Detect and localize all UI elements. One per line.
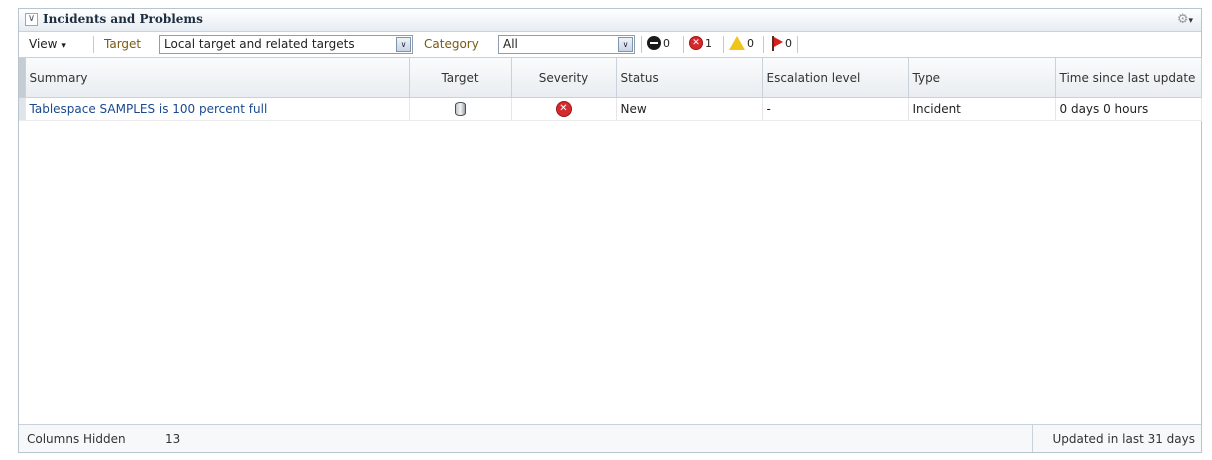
warning-count: 0 xyxy=(747,36,754,50)
critical-count-filter[interactable]: ✕ 1 xyxy=(689,36,712,50)
target-select[interactable]: Local target and related targets ∨ xyxy=(159,35,413,54)
escalated-count: 0 xyxy=(785,37,792,50)
cleared-icon xyxy=(647,36,661,50)
footer-divider xyxy=(1032,425,1033,452)
target-cell xyxy=(409,97,512,121)
incidents-problems-panel: ∨ Incidents and Problems ⚙▾ View ▾ Targe… xyxy=(18,8,1202,453)
table-header-row: Summary Target Severity Status Escalatio… xyxy=(19,58,1202,98)
time-cell: 0 days 0 hours xyxy=(1055,97,1202,121)
dropdown-arrow-icon: ∨ xyxy=(396,37,411,52)
toolbar-divider xyxy=(93,36,94,53)
toolbar-divider xyxy=(723,36,724,53)
columns-hidden-label: Columns Hidden xyxy=(27,432,126,446)
type-cell: Incident xyxy=(908,97,1056,121)
category-select[interactable]: All ∨ xyxy=(498,35,635,54)
column-header-escalation-level[interactable]: Escalation level xyxy=(762,58,909,98)
critical-icon: ✕ xyxy=(689,36,703,50)
toolbar-divider xyxy=(797,36,798,53)
toolbar-divider xyxy=(641,36,642,53)
collapse-icon[interactable]: ∨ xyxy=(25,13,38,26)
escalated-count-filter[interactable]: 0 xyxy=(771,36,792,51)
chevron-down-icon: ▾ xyxy=(1188,16,1193,26)
summary-cell: Tablespace SAMPLES is 100 percent full xyxy=(25,97,410,121)
toolbar-divider xyxy=(763,36,764,53)
panel-header: ∨ Incidents and Problems ⚙▾ xyxy=(19,9,1201,32)
target-select-value: Local target and related targets xyxy=(164,37,355,51)
critical-count: 1 xyxy=(705,36,712,50)
column-header-type[interactable]: Type xyxy=(908,58,1056,98)
critical-icon: ✕ xyxy=(555,101,572,117)
escalation-cell: - xyxy=(762,97,909,121)
dropdown-arrow-icon: ∨ xyxy=(618,37,633,52)
table-footer: Columns Hidden 13 Updated in last 31 day… xyxy=(19,424,1201,452)
status-cell: New xyxy=(616,97,763,121)
column-header-time-since-last-update[interactable]: Time since last update xyxy=(1055,58,1202,98)
toolbar-divider xyxy=(683,36,684,53)
table-row[interactable]: Tablespace SAMPLES is 100 percent full ✕… xyxy=(19,97,1202,121)
column-header-summary[interactable]: Summary xyxy=(25,58,410,98)
panel-title: Incidents and Problems xyxy=(43,12,203,26)
cleared-count: 0 xyxy=(663,36,670,50)
severity-cell: ✕ xyxy=(511,97,617,121)
category-select-value: All xyxy=(503,37,518,51)
cleared-count-filter[interactable]: 0 xyxy=(647,36,670,50)
target-filter-label: Target xyxy=(104,37,142,51)
columns-hidden-count: 13 xyxy=(165,432,181,446)
column-header-target[interactable]: Target xyxy=(409,58,512,98)
column-header-status[interactable]: Status xyxy=(616,58,763,98)
column-header-severity[interactable]: Severity xyxy=(511,58,617,98)
updated-range-text: Updated in last 31 days xyxy=(1052,432,1195,446)
toolbar: View ▾ Target Local target and related t… xyxy=(19,32,1201,58)
view-menu-button[interactable]: View ▾ xyxy=(29,37,66,51)
flag-icon xyxy=(771,36,783,51)
view-label: View xyxy=(29,37,58,51)
database-icon[interactable] xyxy=(454,102,466,117)
category-filter-label: Category xyxy=(424,37,479,51)
incidents-table: Summary Target Severity Status Escalatio… xyxy=(19,58,1202,121)
incident-summary-link[interactable]: Tablespace SAMPLES is 100 percent full xyxy=(30,102,268,116)
warning-count-filter[interactable]: 0 xyxy=(729,36,754,50)
gear-icon: ⚙ xyxy=(1176,12,1189,27)
chevron-down-icon: ▾ xyxy=(61,41,66,51)
warning-icon xyxy=(729,36,745,50)
settings-menu-button[interactable]: ⚙▾ xyxy=(1177,12,1193,27)
